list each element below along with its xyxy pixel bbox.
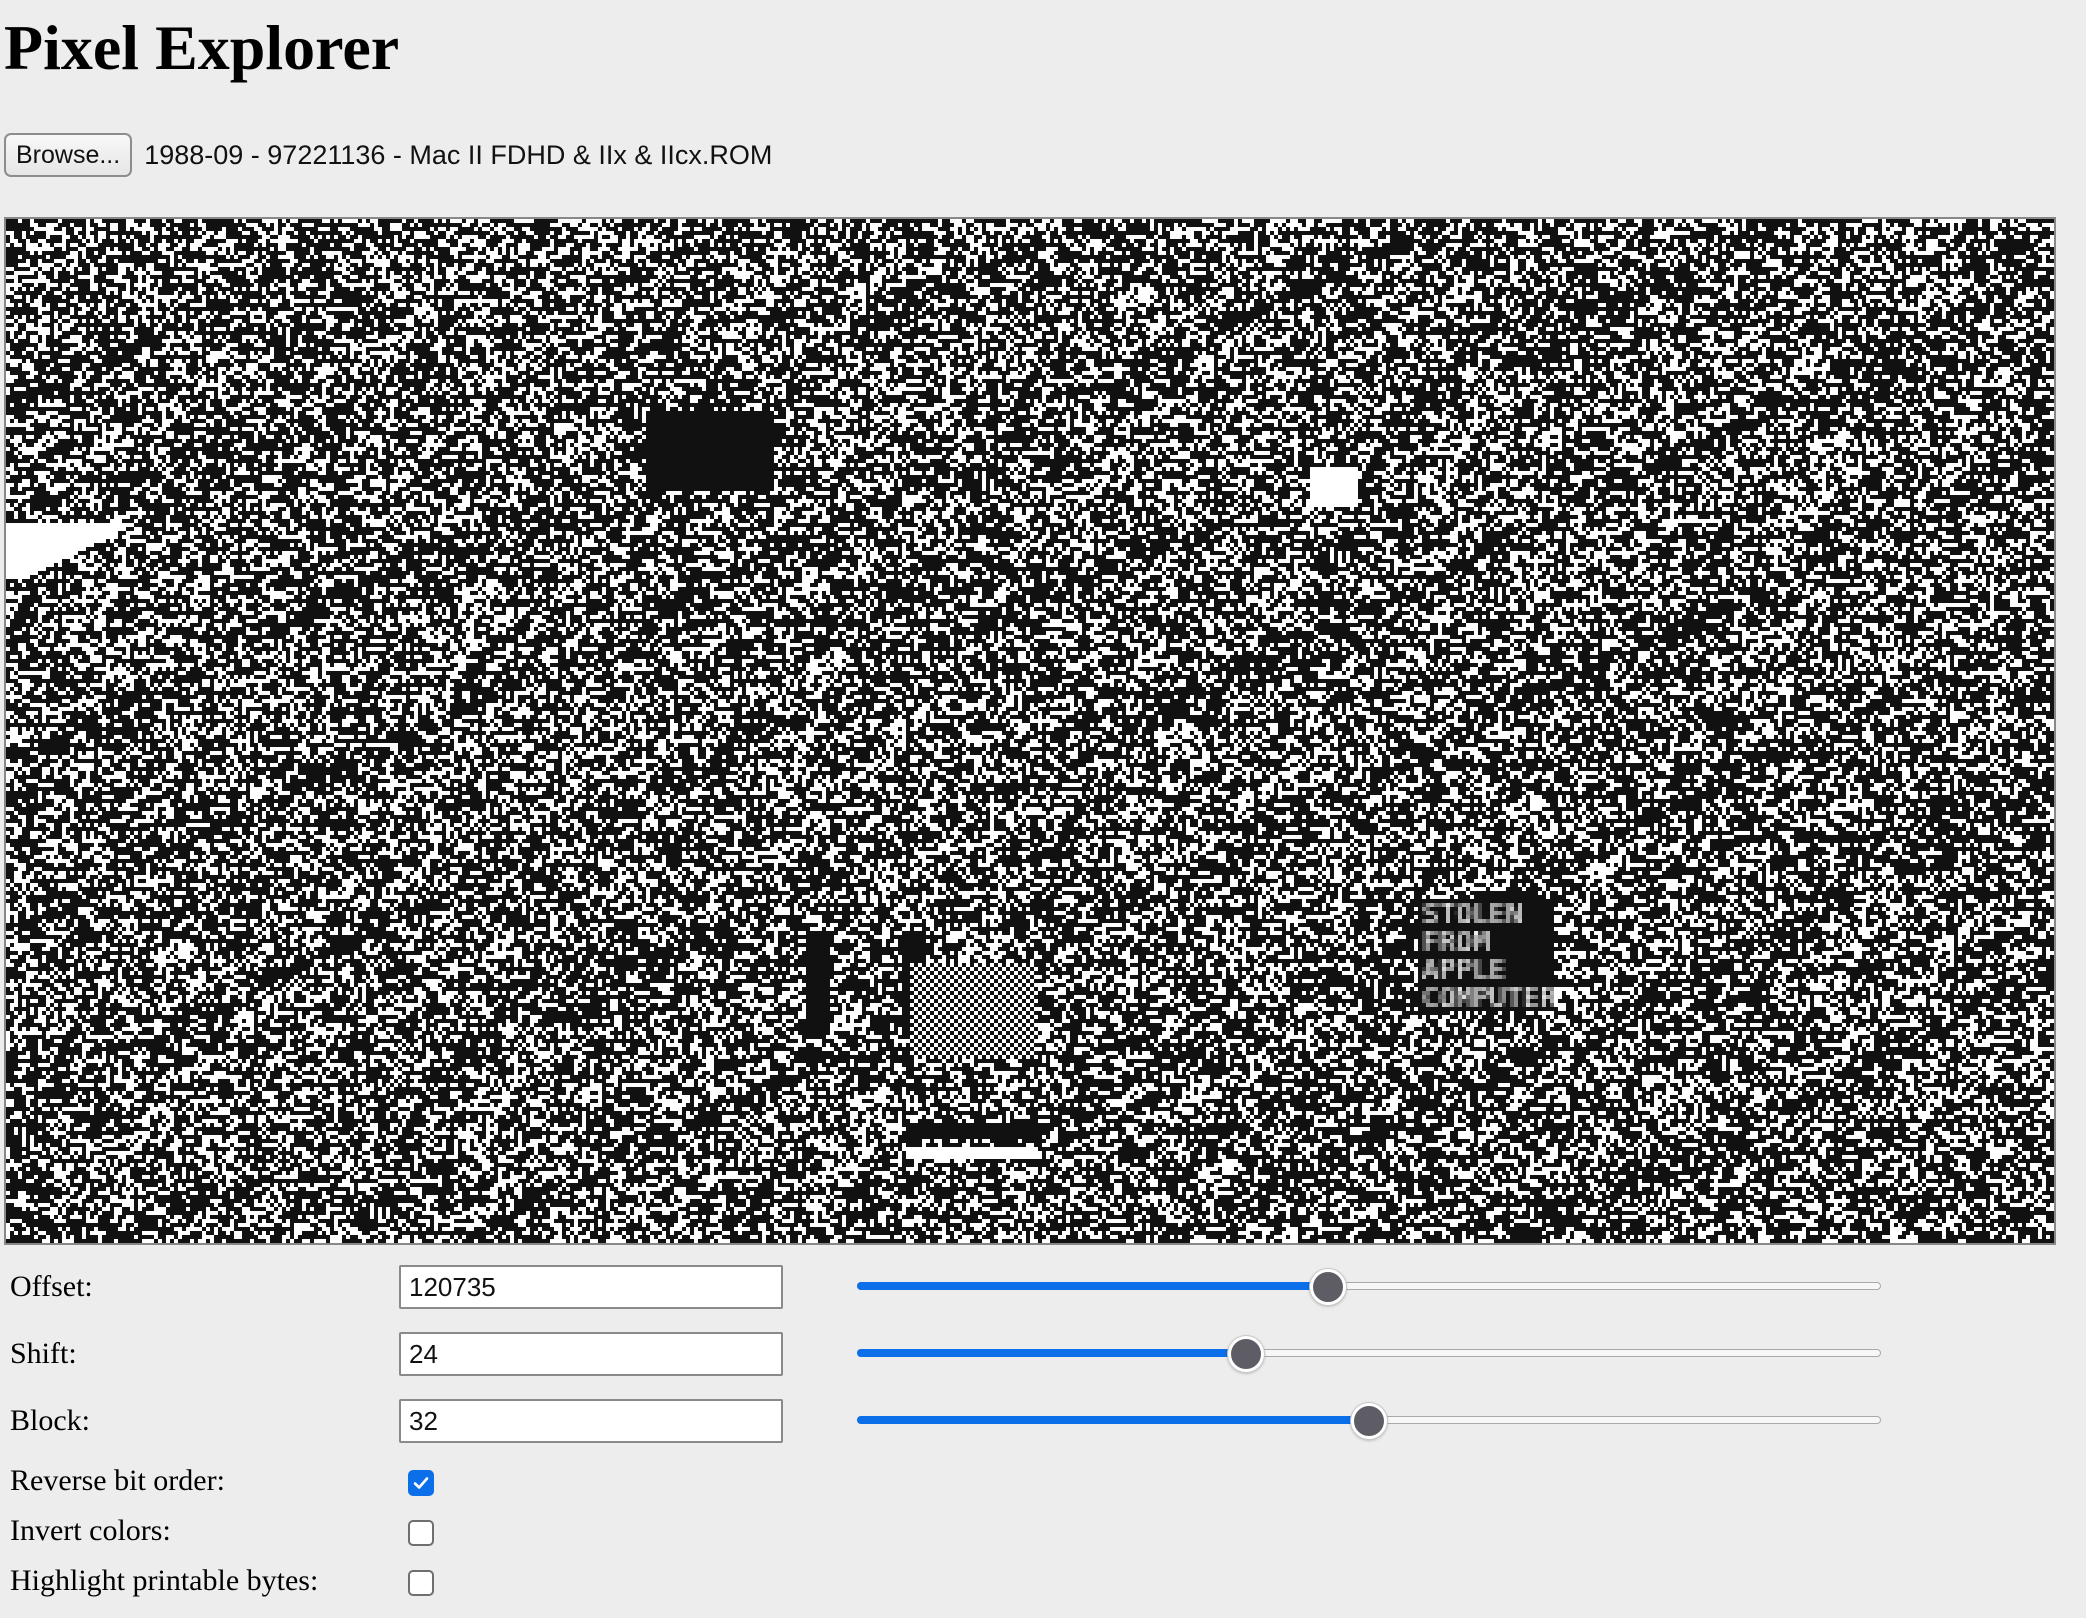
- browse-button[interactable]: Browse...: [4, 133, 133, 177]
- slider-thumb[interactable]: [1351, 1403, 1387, 1439]
- reverse-bit-order-label: Reverse bit order:: [10, 1464, 225, 1497]
- invert-colors-label: Invert colors:: [10, 1514, 171, 1547]
- slider-thumb[interactable]: [1228, 1336, 1265, 1372]
- slider-fill: [857, 1282, 1329, 1290]
- slider-fill: [857, 1349, 1247, 1357]
- block-slider[interactable]: [857, 1403, 1881, 1439]
- slider-fill: [857, 1416, 1369, 1424]
- offset-input[interactable]: [399, 1265, 783, 1309]
- shift-input[interactable]: [399, 1332, 783, 1376]
- pixel-canvas[interactable]: [6, 219, 2054, 1243]
- file-name-label: 1988-09 - 97221136 - Mac II FDHD & IIx &…: [144, 139, 773, 170]
- reverse-bit-order-checkbox[interactable]: [408, 1470, 434, 1496]
- block-input[interactable]: [399, 1399, 783, 1443]
- file-picker: Browse... 1988-09 - 97221136 - Mac II FD…: [4, 133, 772, 177]
- block-label: Block:: [10, 1404, 90, 1437]
- highlight-printable-checkbox[interactable]: [408, 1570, 434, 1596]
- shift-label: Shift:: [10, 1337, 77, 1370]
- shift-slider[interactable]: [857, 1336, 1881, 1372]
- highlight-printable-label: Highlight printable bytes:: [10, 1564, 319, 1597]
- invert-colors-checkbox[interactable]: [408, 1520, 434, 1546]
- pixel-view[interactable]: [4, 217, 2056, 1245]
- slider-thumb[interactable]: [1310, 1269, 1347, 1305]
- page-title: Pixel Explorer: [4, 12, 400, 83]
- offset-slider[interactable]: [857, 1269, 1881, 1305]
- offset-label: Offset:: [10, 1270, 93, 1303]
